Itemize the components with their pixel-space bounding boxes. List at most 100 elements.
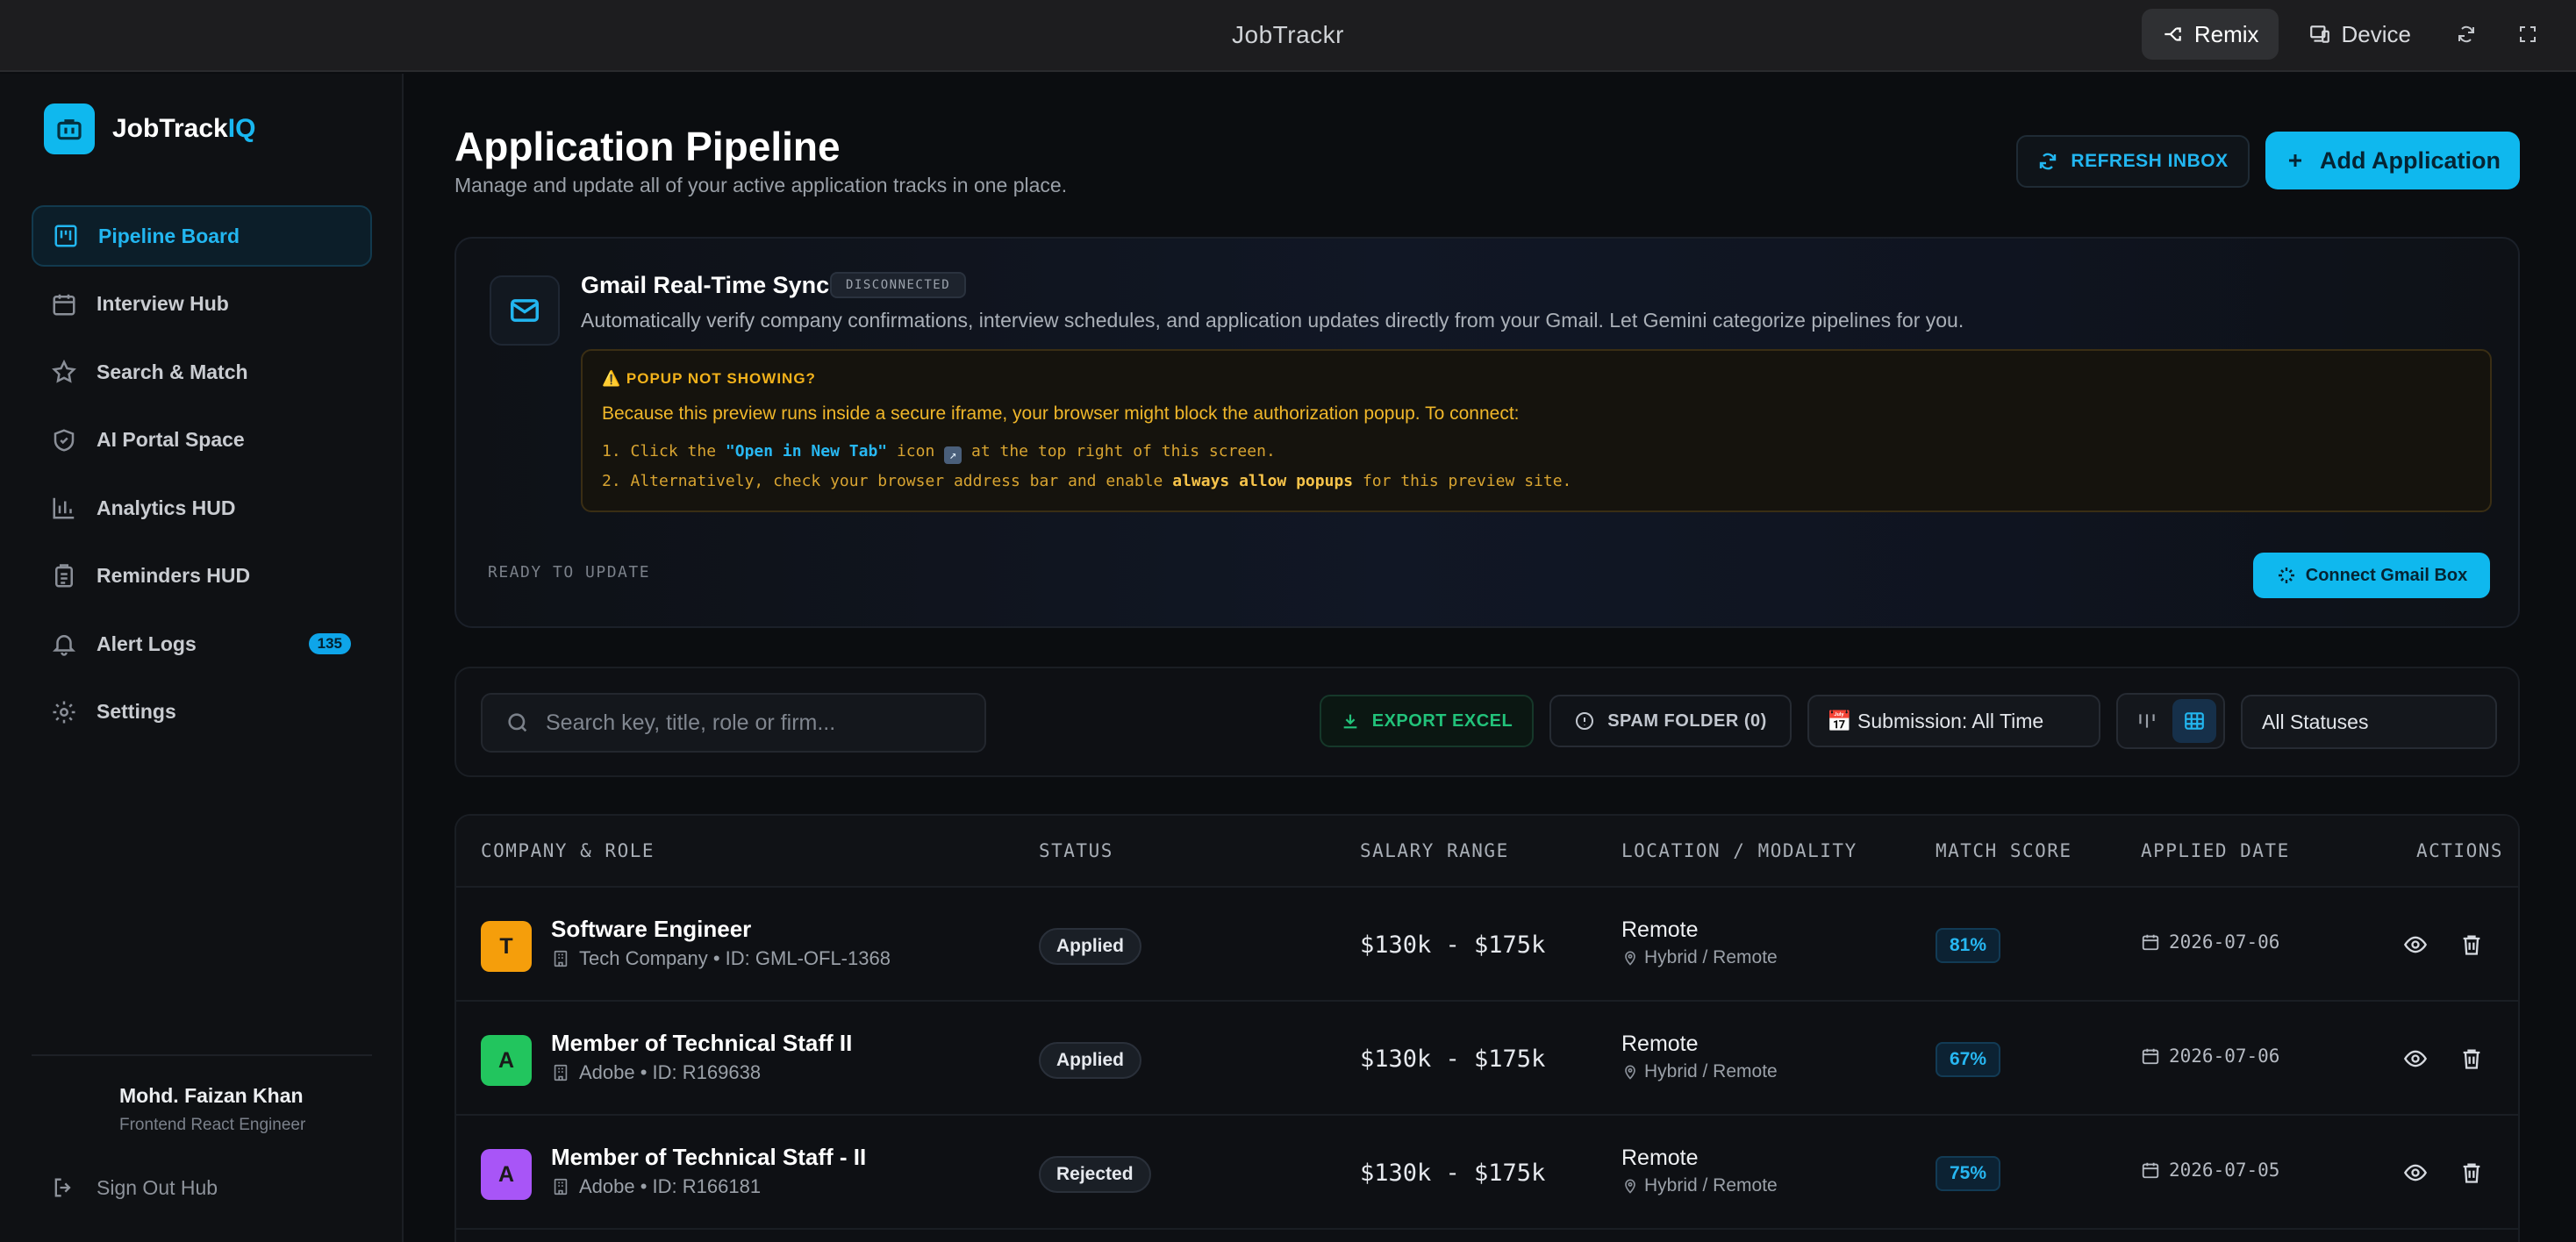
map-pin-icon — [1625, 1065, 1635, 1080]
sidebar-item-reminders-hud[interactable]: Reminders HUD — [32, 546, 372, 607]
table-icon — [2185, 712, 2204, 730]
column-header-company-role[interactable]: COMPANY & ROLE — [481, 840, 655, 861]
role-meta: Tech Company • ID: GML-OFL-1368 — [551, 947, 891, 970]
status-badge: Applied — [1039, 928, 1141, 965]
connect-gmail-button[interactable]: Connect Gmail Box — [2253, 553, 2490, 598]
sync-ready-status: READY TO UPDATE — [488, 563, 651, 582]
sidebar-divider — [32, 1054, 372, 1056]
match-score-badge: 67% — [1936, 1042, 2001, 1077]
device-button[interactable]: Device — [2289, 9, 2430, 60]
refresh-preview-button[interactable] — [2441, 9, 2492, 60]
board-view-button[interactable] — [2125, 699, 2169, 743]
calendar-icon — [2142, 1162, 2159, 1179]
applications-table: COMPANY & ROLE STATUS SALARY RANGE LOCAT… — [454, 814, 2520, 1242]
column-header-status[interactable]: STATUS — [1039, 840, 1113, 861]
calendar-icon — [2142, 934, 2159, 951]
star-icon — [52, 359, 76, 383]
step1-middle: icon — [887, 442, 945, 460]
company-avatar: A — [481, 1035, 532, 1086]
company-avatar: A — [481, 1149, 532, 1200]
popup-warning-box: ⚠️ POPUP NOT SHOWING? Because this previ… — [581, 349, 2492, 512]
applied-date: 2026-07-05 — [2141, 1160, 2279, 1181]
brand-name-accent: IQ — [227, 114, 256, 143]
view-button[interactable] — [2401, 1044, 2430, 1074]
mail-icon — [490, 275, 560, 346]
refresh-inbox-button[interactable]: REFRESH INBOX — [2016, 135, 2250, 188]
column-header-actions: ACTIONS — [2416, 840, 2504, 861]
sidebar-item-pipeline-board[interactable]: Pipeline Board — [32, 205, 372, 267]
brand-name: JobTrackIQ — [112, 114, 255, 144]
role-title: Member of Technical Staff - II — [551, 1144, 867, 1170]
fullscreen-button[interactable] — [2502, 9, 2553, 60]
building-icon — [554, 1064, 568, 1081]
sidebar-item-alert-logs[interactable]: Alert Logs 135 — [32, 613, 372, 675]
table-view-button[interactable] — [2172, 699, 2216, 743]
add-application-button[interactable]: Add Application — [2265, 132, 2520, 189]
eye-icon — [2403, 936, 2428, 953]
sidebar-item-label: Analytics HUD — [97, 496, 236, 519]
window-titlebar: JobTrackr Remix Device — [0, 0, 2576, 72]
gmail-status-badge: DISCONNECTED — [830, 272, 967, 298]
search-input[interactable] — [546, 710, 967, 736]
delete-button[interactable] — [2457, 1044, 2487, 1074]
sidebar: JobTrackIQ Pipeline Board Interview Hub … — [0, 74, 404, 1242]
salary-range: $130k - $175k — [1360, 932, 1546, 959]
table-row[interactable]: A Member of Technical Staff - II Adobe •… — [456, 1116, 2518, 1230]
modality: Hybrid / Remote — [1621, 947, 1778, 968]
page-title: Application Pipeline — [454, 124, 841, 169]
sign-out-button[interactable]: Sign Out Hub — [51, 1175, 218, 1200]
column-header-salary[interactable]: SALARY RANGE — [1360, 840, 1509, 861]
step1-highlight: "Open in New Tab" — [725, 442, 888, 460]
refresh-icon — [2040, 153, 2057, 170]
delete-button[interactable] — [2457, 1158, 2487, 1188]
remix-button[interactable]: Remix — [2141, 9, 2279, 60]
popup-step-1: 1. Click the "Open in New Tab" icon ↗ at… — [602, 442, 1276, 464]
sidebar-item-label: Alert Logs — [97, 632, 197, 655]
view-button[interactable] — [2401, 1158, 2430, 1188]
alert-count-badge: 135 — [308, 633, 351, 654]
column-header-applied-date[interactable]: APPLIED DATE — [2141, 840, 2290, 861]
add-application-label: Add Application — [2320, 146, 2501, 174]
remix-icon — [2165, 27, 2181, 41]
status-filter-select[interactable]: All Statuses — [2241, 695, 2497, 749]
trash-icon — [2463, 935, 2480, 955]
column-header-match-score[interactable]: MATCH SCORE — [1936, 840, 2072, 861]
device-icon — [2309, 25, 2329, 43]
spam-folder-button[interactable]: SPAM FOLDER (0) — [1549, 695, 1792, 747]
sidebar-item-analytics-hud[interactable]: Analytics HUD — [32, 477, 372, 539]
sidebar-item-settings[interactable]: Settings — [32, 682, 372, 743]
brand[interactable]: JobTrackIQ — [44, 104, 255, 154]
table-row[interactable]: T Software Engineer Tech Company • ID: G… — [456, 888, 2518, 1002]
columns-icon — [2139, 714, 2155, 728]
table-row[interactable]: A Member of Technical Staff II Adobe • I… — [456, 1002, 2518, 1116]
delete-button[interactable] — [2457, 930, 2487, 960]
gmail-sync-title: Gmail Real-Time Sync — [581, 272, 830, 298]
applied-date: 2026-07-06 — [2141, 932, 2279, 953]
export-excel-button[interactable]: EXPORT EXCEL — [1320, 695, 1534, 747]
search-box[interactable] — [481, 693, 986, 753]
bell-icon — [52, 635, 76, 656]
submission-date-select[interactable]: 📅 Submission: All Time — [1807, 695, 2100, 747]
role-meta-text: Adobe • ID: R166181 — [579, 1175, 762, 1197]
sign-out-label: Sign Out Hub — [97, 1175, 218, 1199]
trash-icon — [2463, 1049, 2480, 1069]
salary-range: $130k - $175k — [1360, 1160, 1546, 1187]
applied-date-text: 2026-07-05 — [2169, 1160, 2280, 1181]
window-controls: Remix Device — [2141, 9, 2553, 60]
plus-icon — [2289, 154, 2301, 167]
sidebar-item-interview-hub[interactable]: Interview Hub — [32, 274, 372, 335]
window-title: JobTrackr — [1232, 21, 1344, 48]
view-button[interactable] — [2401, 930, 2430, 960]
sidebar-item-search-match[interactable]: Search & Match — [32, 341, 372, 403]
sidebar-item-ai-portal-space[interactable]: AI Portal Space — [32, 410, 372, 471]
connect-gmail-label: Connect Gmail Box — [2305, 565, 2468, 585]
salary-range: $130k - $175k — [1360, 1046, 1546, 1073]
location: Remote — [1621, 1031, 1699, 1056]
spam-folder-label: SPAM FOLDER (0) — [1607, 710, 1767, 731]
column-header-location[interactable]: LOCATION / MODALITY — [1621, 840, 1857, 861]
user-name: Mohd. Faizan Khan — [119, 1084, 304, 1107]
submission-date-value: 📅 Submission: All Time — [1827, 709, 2044, 732]
sparkle-icon — [2278, 567, 2294, 583]
calendar-icon — [2142, 1048, 2159, 1065]
refresh-inbox-label: REFRESH INBOX — [2071, 151, 2229, 171]
